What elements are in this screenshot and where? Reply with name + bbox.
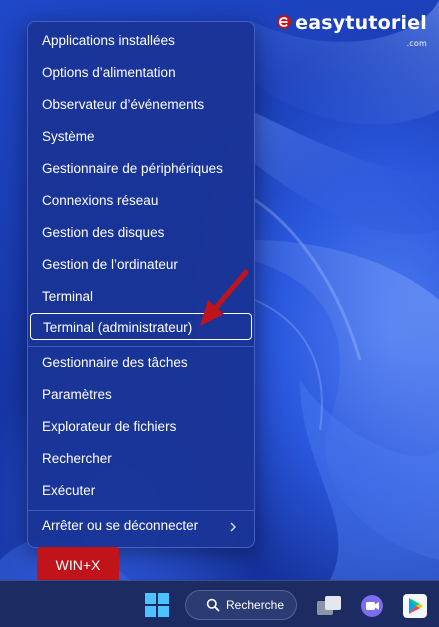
shortcut-badge: WIN+X bbox=[37, 547, 119, 583]
menu-item-device-manager[interactable]: Gestionnaire de périphériques bbox=[42, 158, 223, 180]
teams-chat-icon[interactable] bbox=[358, 591, 386, 621]
google-play-icon[interactable] bbox=[402, 591, 428, 621]
menu-item-installed-apps[interactable]: Applications installées bbox=[42, 30, 175, 52]
menu-item-disk-management[interactable]: Gestion des disques bbox=[42, 222, 164, 244]
search-label: Recherche bbox=[226, 598, 285, 612]
annotation-arrow-terminal-admin bbox=[200, 269, 249, 326]
menu-item-power-options[interactable]: Options d’alimentation bbox=[42, 62, 176, 84]
logo-wordmark: easytutoriel .com bbox=[295, 10, 427, 48]
menu-item-settings[interactable]: Paramètres bbox=[42, 384, 112, 406]
menu-separator bbox=[28, 346, 254, 347]
logo-suffix-text: .com bbox=[406, 39, 427, 48]
menu-item-system[interactable]: Système bbox=[42, 126, 95, 148]
menu-item-task-manager[interactable]: Gestionnaire des tâches bbox=[42, 352, 188, 374]
menu-item-search[interactable]: Rechercher bbox=[42, 448, 112, 470]
e-letter-logo-icon bbox=[277, 15, 292, 29]
menu-item-terminal[interactable]: Terminal bbox=[42, 286, 93, 308]
taskbar-search-box[interactable]: Recherche bbox=[185, 590, 297, 620]
taskbar: Recherche bbox=[0, 580, 439, 627]
menu-item-file-explorer[interactable]: Explorateur de fichiers bbox=[42, 416, 176, 438]
search-icon bbox=[206, 598, 220, 612]
task-view-icon[interactable] bbox=[314, 591, 344, 621]
windows-logo-icon[interactable] bbox=[144, 592, 170, 618]
menu-item-event-viewer[interactable]: Observateur d’événements bbox=[42, 94, 204, 116]
menu-separator bbox=[28, 510, 254, 511]
menu-item-computer-management[interactable]: Gestion de l’ordinateur bbox=[42, 254, 178, 276]
menu-item-network-connections[interactable]: Connexions réseau bbox=[42, 190, 158, 212]
easytutoriel-logo: easytutoriel .com bbox=[276, 10, 427, 48]
menu-item-shutdown-signout[interactable]: Arrêter ou se déconnecter bbox=[42, 515, 198, 537]
menu-item-run[interactable]: Exécuter bbox=[42, 480, 95, 502]
chevron-right-icon bbox=[230, 522, 236, 532]
